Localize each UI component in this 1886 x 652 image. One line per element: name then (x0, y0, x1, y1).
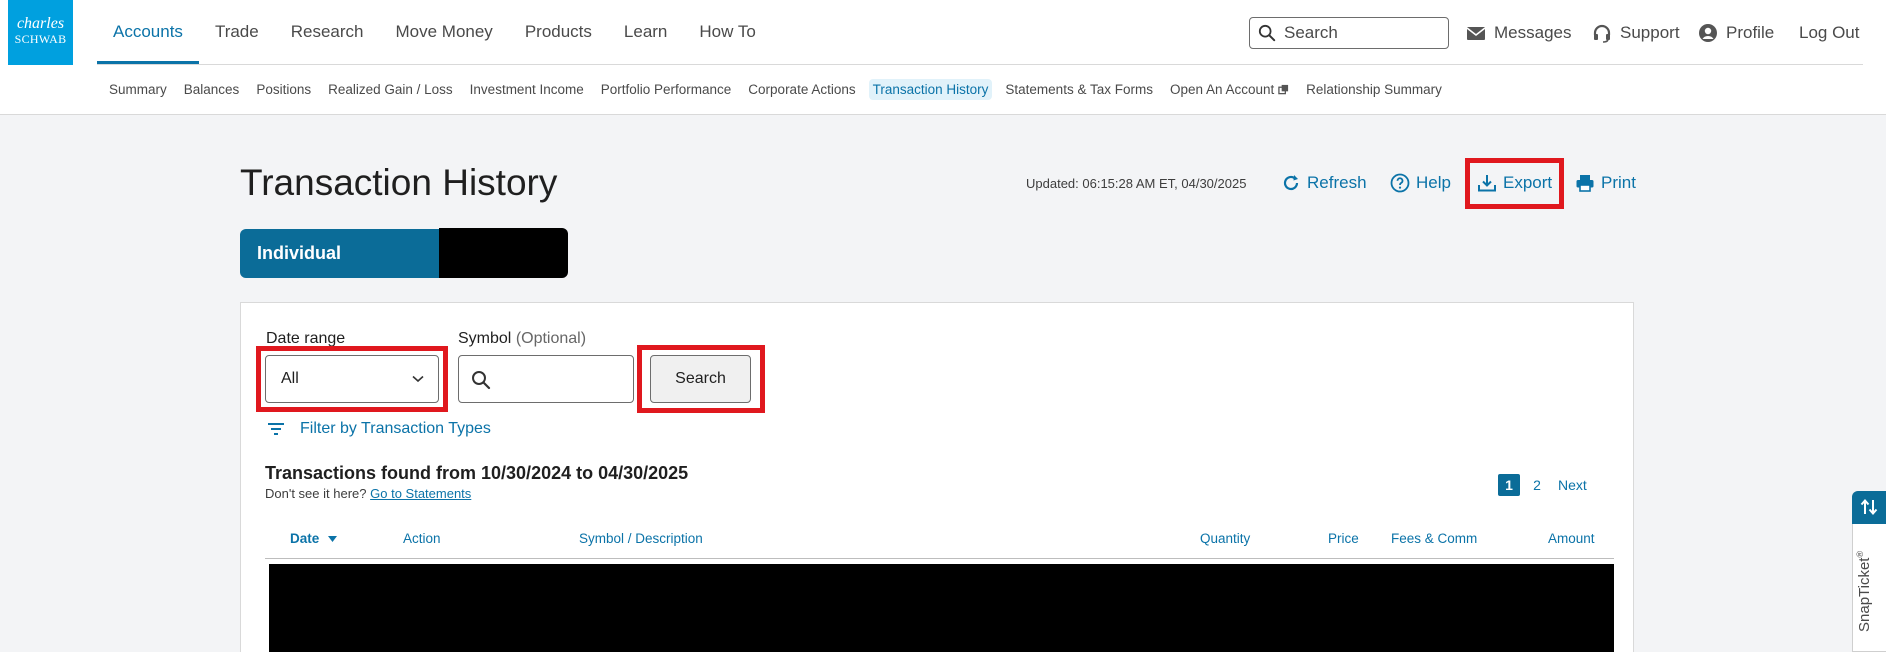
help-icon (1390, 173, 1410, 193)
filter-link-label: Filter by Transaction Types (300, 420, 491, 437)
column-fees-comm[interactable]: Fees & Comm (1391, 531, 1477, 546)
subnav-summary[interactable]: Summary (105, 79, 171, 100)
subnav-open-an-account[interactable]: Open An Account (1166, 79, 1293, 100)
next-page-button[interactable]: Next (1558, 474, 1587, 496)
snapticket-label: SnapTicket® (1855, 551, 1873, 632)
column-price[interactable]: Price (1328, 531, 1359, 546)
redacted-account-number (439, 228, 568, 278)
filter-icon (268, 423, 284, 435)
nav-how-to[interactable]: How To (683, 0, 771, 64)
top-header: charles SCHWAB Accounts Trade Research M… (0, 0, 1886, 115)
logout-link[interactable]: Log Out (1799, 17, 1860, 49)
subnav-positions[interactable]: Positions (252, 79, 315, 100)
transactions-panel: Date range Symbol (Optional) All Search … (240, 302, 1634, 652)
symbol-label: Symbol (Optional) (458, 330, 586, 348)
symbol-optional-text: (Optional) (515, 330, 587, 347)
not-seen-text: Don't see it here? (265, 486, 367, 501)
transactions-found-text: Transactions found from 10/30/2024 to 04… (265, 463, 689, 483)
messages-label: Messages (1494, 23, 1572, 42)
download-icon (1478, 175, 1496, 192)
subnav-balances[interactable]: Balances (180, 79, 244, 100)
date-range-value: All (281, 370, 299, 387)
support-label: Support (1620, 23, 1680, 42)
messages-link[interactable]: Messages (1466, 17, 1571, 49)
refresh-label: Refresh (1307, 173, 1367, 192)
search-icon (1258, 24, 1276, 42)
redacted-transaction-rows (269, 564, 1614, 652)
registered-mark: ® (1855, 550, 1865, 558)
search-icon (472, 371, 491, 390)
page-1-button[interactable]: 1 (1498, 474, 1520, 496)
page-title: Transaction History (240, 162, 558, 203)
profile-link[interactable]: Profile (1698, 17, 1774, 49)
subnav-investment-income[interactable]: Investment Income (466, 79, 588, 100)
logo-line-2: SCHWAB (14, 32, 67, 46)
main-nav: Accounts Trade Research Move Money Produ… (97, 0, 772, 64)
profile-label: Profile (1726, 23, 1775, 42)
external-link-icon (1278, 84, 1289, 95)
export-button[interactable]: Export (1477, 172, 1552, 194)
nav-products[interactable]: Products (509, 0, 608, 64)
subnav-statements-tax-forms[interactable]: Statements & Tax Forms (1001, 79, 1157, 100)
column-action[interactable]: Action (403, 531, 441, 546)
open-account-label: Open An Account (1169, 82, 1275, 97)
symbol-input[interactable] (458, 355, 634, 403)
print-label: Print (1601, 173, 1636, 192)
snapticket-tab[interactable]: SnapTicket® (1852, 491, 1886, 652)
refresh-icon (1283, 175, 1299, 191)
page-2-button[interactable]: 2 (1526, 474, 1548, 496)
account-tab-individual[interactable]: Individual (240, 229, 440, 278)
refresh-button[interactable]: Refresh (1281, 172, 1367, 194)
headset-icon (1593, 24, 1611, 43)
help-button[interactable]: Help (1390, 172, 1451, 194)
subnav-transaction-history[interactable]: Transaction History (868, 79, 993, 100)
search-button[interactable]: Search (650, 355, 751, 403)
subnav-realized-gain-loss[interactable]: Realized Gain / Loss (324, 79, 457, 100)
subnav-relationship-summary[interactable]: Relationship Summary (1302, 79, 1446, 100)
nav-research[interactable]: Research (275, 0, 380, 64)
support-link[interactable]: Support (1592, 17, 1680, 49)
search-placeholder: Search (1284, 23, 1338, 42)
subnav-portfolio-performance[interactable]: Portfolio Performance (597, 79, 736, 100)
transactions-table-header: Date Action Symbol / Description Quantit… (265, 527, 1614, 559)
print-button[interactable]: Print (1575, 172, 1636, 194)
pagination: 1 2 Next (1498, 474, 1593, 496)
nav-learn[interactable]: Learn (608, 0, 683, 64)
chevron-down-icon (412, 375, 424, 383)
help-label: Help (1416, 173, 1451, 192)
envelope-icon (1466, 27, 1486, 40)
profile-icon (1699, 24, 1717, 42)
column-amount[interactable]: Amount (1548, 531, 1595, 546)
updated-timestamp: Updated: 06:15:28 AM ET, 04/30/2025 (1026, 176, 1247, 191)
column-date[interactable]: Date (290, 531, 338, 546)
subnav-corporate-actions[interactable]: Corporate Actions (744, 79, 859, 100)
symbol-label-text: Symbol (458, 330, 512, 347)
printer-icon (1576, 175, 1594, 192)
column-symbol-description[interactable]: Symbol / Description (579, 531, 703, 546)
logo-line-1: charles (16, 15, 65, 32)
date-range-label: Date range (266, 330, 346, 347)
sort-desc-icon (328, 536, 338, 543)
nav-accounts[interactable]: Accounts (97, 0, 199, 64)
filter-transaction-types-link[interactable]: Filter by Transaction Types (267, 420, 491, 438)
snapticket-label-text: SnapTicket (1856, 557, 1873, 632)
date-range-select[interactable]: All (265, 355, 439, 403)
nav-trade[interactable]: Trade (199, 0, 275, 64)
sub-nav: Summary Balances Positions Realized Gain… (105, 79, 1455, 100)
snapticket-header (1852, 491, 1886, 524)
nav-divider (97, 64, 1863, 65)
export-label: Export (1503, 173, 1553, 192)
go-to-statements-link[interactable]: Go to Statements (370, 486, 471, 501)
column-date-label: Date (290, 531, 320, 546)
swap-arrows-icon (1860, 498, 1878, 516)
global-search-input[interactable]: Search (1249, 17, 1449, 49)
schwab-logo[interactable]: charles SCHWAB (8, 0, 73, 65)
column-quantity[interactable]: Quantity (1200, 531, 1250, 546)
nav-move-money[interactable]: Move Money (379, 0, 508, 64)
statements-hint: Don't see it here? Go to Statements (265, 486, 471, 501)
